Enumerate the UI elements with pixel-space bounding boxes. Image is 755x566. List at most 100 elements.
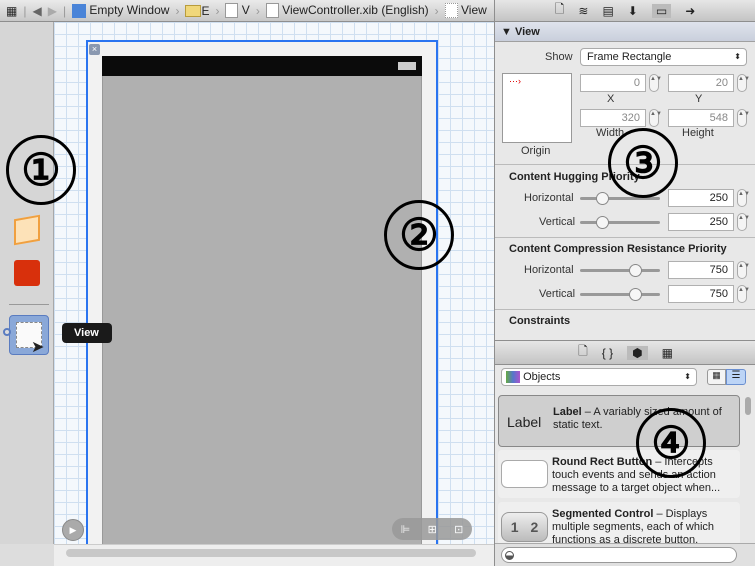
compression-horizontal-slider[interactable] (580, 264, 660, 277)
show-popup[interactable]: Frame Rectangle ⬍ (580, 48, 747, 66)
related-items-icon[interactable]: ▦ (6, 4, 17, 18)
horizontal-scrollbar[interactable] (54, 544, 494, 566)
library-search-field[interactable] (501, 547, 737, 563)
breadcrumb-xib[interactable]: ViewController.xib (English) (265, 2, 429, 19)
code-snippet-icon[interactable]: { } (602, 346, 613, 360)
height-stepper[interactable]: ▲▼ (737, 109, 750, 127)
attributes-inspector-icon[interactable]: ⬇ (628, 4, 638, 18)
breadcrumb-project[interactable]: Empty Window (72, 3, 169, 18)
breadcrumb-label: Empty Window (89, 3, 170, 18)
hugging-horizontal-label: Horizontal (524, 192, 574, 204)
grid-view-button[interactable]: ▦ (707, 369, 726, 385)
height-field[interactable]: 548 (668, 109, 734, 127)
hugging-horizontal-stepper[interactable]: ▲▼ (737, 189, 750, 207)
tooltip: View (62, 323, 112, 343)
hugging-vertical-label: Vertical (539, 216, 576, 228)
library-tabs: 🗋 { } ⬢ ▦ (495, 340, 755, 365)
hugging-vertical-field[interactable]: 250 (668, 213, 734, 231)
layout-buttons: ⊫ ⊞ ⊡ (392, 518, 472, 540)
hugging-horizontal-field[interactable]: 250 (668, 189, 734, 207)
compression-horizontal-field[interactable]: 750 (668, 261, 734, 279)
breadcrumb-view[interactable]: View (444, 3, 487, 19)
compression-horizontal-label: Horizontal (524, 264, 574, 276)
library-popup-value: Objects (523, 371, 561, 383)
origin-label: Origin (521, 145, 551, 157)
jump-bar: ▦ | ◀ ▶ | Empty Window › E › V › ViewContro… (0, 0, 494, 22)
library-scrollbar[interactable] (745, 395, 752, 545)
close-icon[interactable]: × (89, 44, 100, 55)
utilities-panel: 🗋 ≋ ▤ ⬇ ▭ ➜ ▼ View Show Frame Rectangle ⬍ ⋯› O… (494, 0, 755, 566)
item-title: Label (553, 406, 582, 418)
library-filter-popup[interactable]: Objects ⬍ (501, 368, 697, 386)
file-template-icon[interactable]: 🗋 (578, 342, 588, 363)
annotation-3: ③ (608, 128, 678, 198)
resolve-icon[interactable]: ⊡ (454, 523, 463, 536)
width-field[interactable]: 320 (580, 109, 646, 127)
compression-horizontal-stepper[interactable]: ▲▼ (737, 261, 750, 279)
divider (495, 237, 755, 238)
breadcrumb-label: ViewController.xib (English) (282, 2, 429, 17)
battery-icon (398, 62, 416, 70)
section-title: View (514, 26, 540, 38)
project-icon (72, 3, 87, 18)
root-view[interactable] (102, 76, 422, 556)
forward-button[interactable]: ▶ (48, 4, 57, 18)
divider (495, 309, 755, 310)
list-view-button[interactable]: ☰ (726, 369, 746, 385)
item-title: Segmented Control (552, 508, 654, 520)
y-label: Y (695, 93, 703, 105)
back-button[interactable]: ◀ (32, 4, 41, 18)
compression-vertical-field[interactable]: 750 (668, 285, 734, 303)
item-title: Round Rect Button (552, 456, 653, 468)
quick-help-icon[interactable]: ≋ (578, 4, 588, 18)
folder-icon (185, 5, 202, 18)
segmented-control-preview: 1 2 (501, 512, 548, 542)
simulate-metrics-button[interactable]: ▶ (62, 519, 84, 541)
pin-icon[interactable]: ⊞ (428, 523, 437, 536)
compression-title: Content Compression Resistance Priority (509, 243, 727, 255)
y-field[interactable]: 20 (668, 74, 734, 92)
breadcrumb-label: E (201, 3, 210, 18)
breadcrumb-label: V (241, 2, 250, 17)
compression-vertical-slider[interactable] (580, 288, 660, 301)
document-outline-dock (0, 22, 54, 544)
breadcrumb-file[interactable]: V (225, 2, 250, 19)
library-filter-bar (495, 543, 755, 566)
filter-icon (505, 551, 514, 560)
round-rect-button-preview (501, 460, 548, 488)
annotation-1: ① (6, 135, 76, 205)
view-icon (444, 3, 458, 19)
connections-inspector-icon[interactable]: ➜ (685, 4, 695, 18)
cursor-icon: ➤ (31, 339, 45, 356)
section-view-header[interactable]: ▼ View (495, 22, 755, 42)
outlet-connector[interactable] (3, 328, 11, 336)
label-preview: Label (507, 414, 542, 430)
show-value: Frame Rectangle (587, 51, 672, 63)
media-library-icon[interactable]: ▦ (662, 346, 673, 360)
y-stepper[interactable]: ▲▼ (737, 74, 750, 92)
object-library-icon[interactable]: ⬢ (627, 345, 648, 360)
align-icon[interactable]: ⊫ (401, 523, 411, 536)
compression-vertical-stepper[interactable]: ▲▼ (737, 285, 750, 303)
inspector-tabs: 🗋 ≋ ▤ ⬇ ▭ ➜ (495, 0, 755, 22)
hugging-vertical-stepper[interactable]: ▲▼ (737, 213, 750, 231)
hugging-vertical-slider[interactable] (580, 216, 660, 229)
first-responder-icon[interactable] (14, 260, 40, 286)
annotation-4: ④ (636, 408, 706, 478)
xib-icon (265, 3, 279, 19)
size-inspector-icon[interactable]: ▭ (651, 3, 672, 18)
library-item-segmented-control[interactable]: 1 2 Segmented Control – Displays multipl… (498, 502, 740, 546)
status-bar (102, 56, 422, 76)
identity-inspector-icon[interactable]: ▤ (602, 4, 613, 18)
library-item-round-rect-button[interactable]: Round Rect Button – Intercepts touch eve… (498, 450, 740, 498)
files-owner-icon[interactable] (14, 214, 40, 246)
breadcrumb-folder[interactable]: E (185, 4, 209, 18)
annotation-2: ② (384, 200, 454, 270)
origin-grid[interactable]: ⋯› (502, 73, 572, 143)
constraints-title[interactable]: Constraints (509, 315, 570, 327)
library-icon (506, 371, 520, 384)
width-stepper[interactable]: ▲▼ (649, 109, 662, 127)
x-field[interactable]: 0 (580, 74, 646, 92)
x-stepper[interactable]: ▲▼ (649, 74, 662, 92)
file-inspector-icon[interactable]: 🗋 (555, 0, 565, 21)
